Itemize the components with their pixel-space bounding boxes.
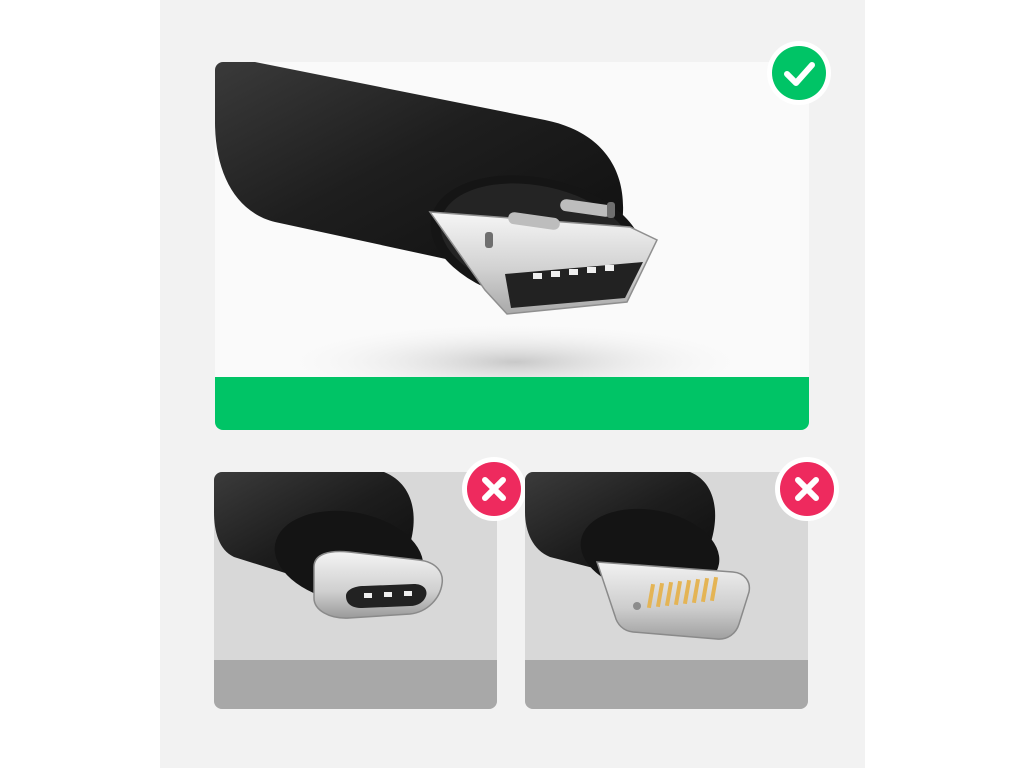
micro-usb-card <box>215 62 809 430</box>
compatible-badge <box>772 46 826 100</box>
lightning-card <box>525 472 808 709</box>
cross-icon <box>795 477 819 501</box>
micro-usb-connector <box>215 62 755 402</box>
usb-c-card <box>214 472 497 709</box>
cross-icon <box>482 477 506 501</box>
compatible-band <box>215 377 809 430</box>
not-compatible-badge-lightning <box>780 462 834 516</box>
lightning-connector <box>525 472 808 709</box>
usb-c-connector <box>214 472 497 709</box>
not-compatible-badge-usb-c <box>467 462 521 516</box>
checkmark-icon <box>784 62 815 86</box>
